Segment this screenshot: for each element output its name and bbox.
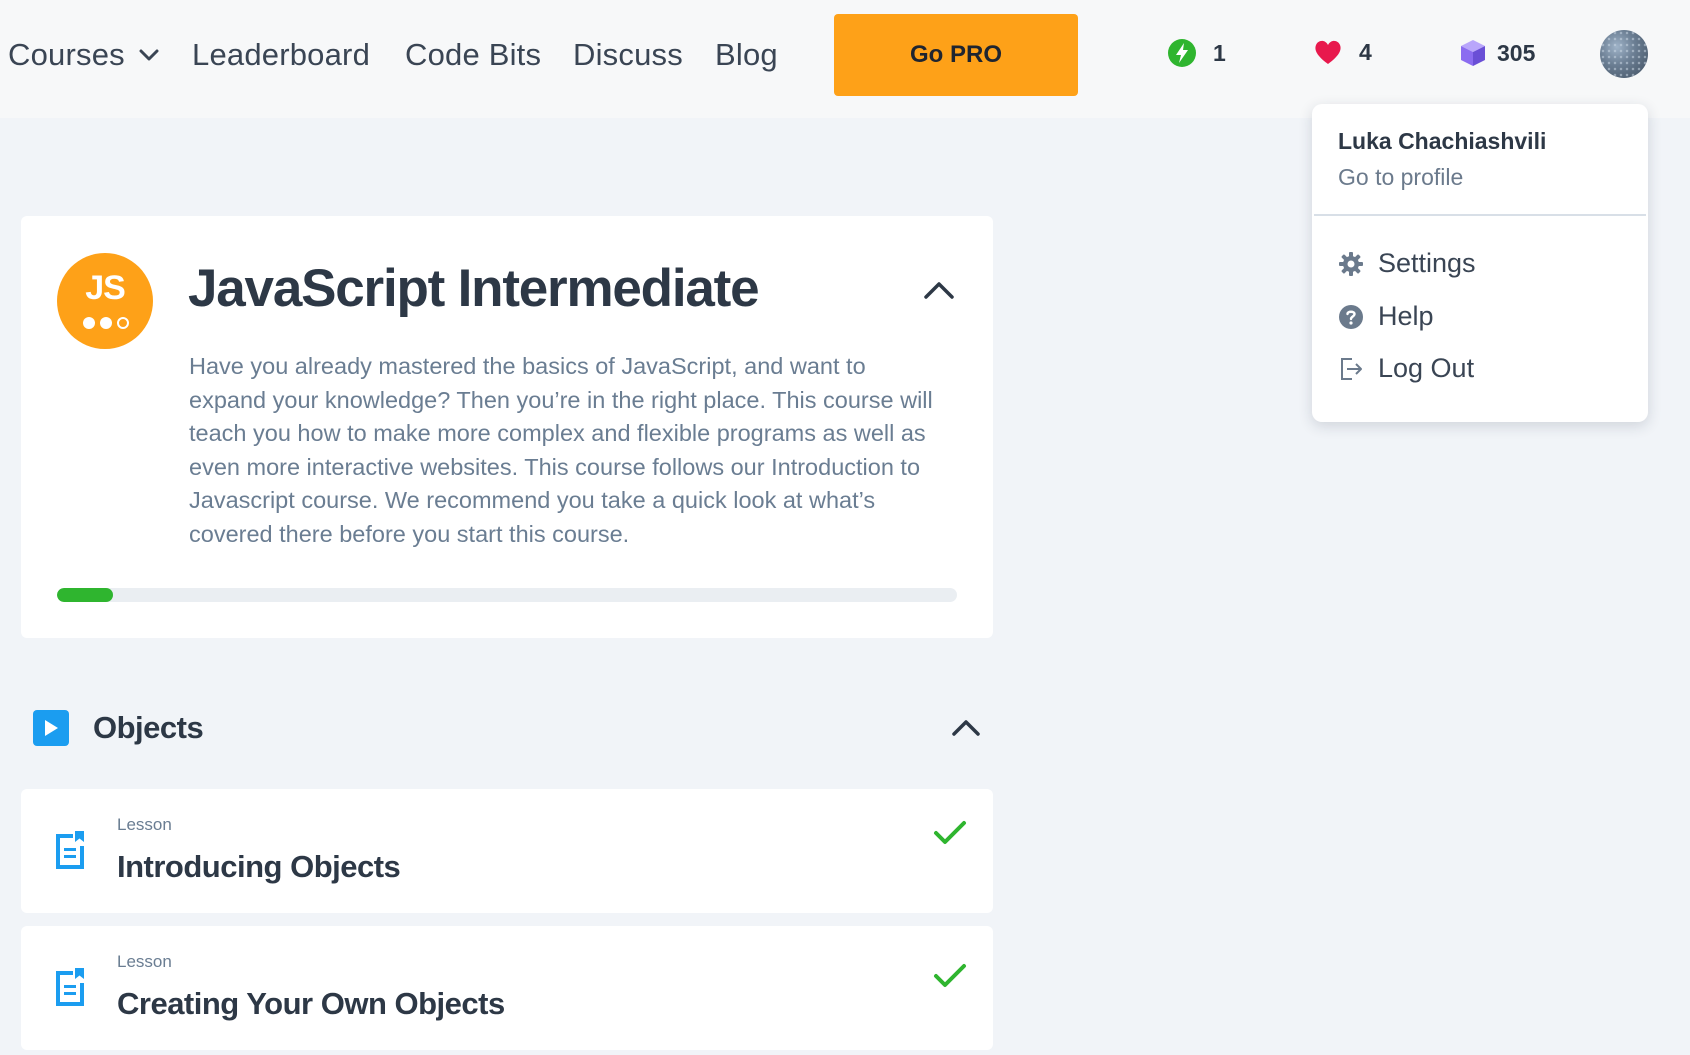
lesson-item[interactable]: Lesson Creating Your Own Objects [21, 926, 993, 1050]
lesson-document-icon [56, 831, 84, 869]
course-description: Have you already mastered the basics of … [189, 353, 933, 547]
menu-item-help[interactable]: Help [1338, 301, 1434, 332]
course-progress-fill [57, 588, 113, 602]
go-to-profile-link[interactable]: Go to profile [1338, 164, 1463, 191]
go-pro-button[interactable]: Go PRO [834, 14, 1078, 96]
menu-item-settings-label: Settings [1378, 248, 1476, 278]
user-avatar[interactable] [1600, 30, 1648, 78]
user-name: Luka Chachiashvili [1338, 128, 1547, 154]
bits-counter[interactable]: 305 [1459, 38, 1535, 68]
nav-discuss-link[interactable]: Discuss [573, 36, 683, 74]
chevron-up-icon[interactable] [951, 718, 981, 738]
streak-count: 1 [1213, 39, 1226, 66]
menu-item-logout-label: Log Out [1378, 353, 1475, 383]
streak-counter[interactable]: 1 [1167, 38, 1226, 68]
nav-courses-label: Courses [8, 37, 125, 72]
menu-item-settings[interactable]: Settings [1338, 248, 1476, 279]
section-title: Objects [93, 710, 204, 745]
nav-code-bits-link[interactable]: Code Bits [405, 36, 541, 74]
lesson-type-label: Lesson [117, 815, 172, 834]
hearts-count: 4 [1359, 38, 1372, 65]
lesson-title: Introducing Objects [117, 849, 401, 884]
question-circle-icon [1339, 304, 1363, 329]
checkmark-icon [934, 821, 966, 844]
hearts-counter[interactable]: 4 [1313, 38, 1372, 66]
bits-count: 305 [1497, 39, 1536, 66]
lesson-title: Creating Your Own Objects [117, 986, 505, 1021]
nav-courses-menu[interactable]: Courses [8, 36, 159, 74]
gear-icon [1339, 251, 1363, 276]
course-progress-bar [57, 588, 957, 602]
menu-item-logout[interactable]: Log Out [1338, 353, 1474, 384]
lesson-item[interactable]: Lesson Introducing Objects [21, 789, 993, 913]
lesson-type-label: Lesson [117, 952, 172, 971]
chevron-up-icon[interactable] [922, 279, 956, 301]
cube-icon [1461, 40, 1485, 66]
course-header-card: JS JavaScript Intermediate Have you alre… [21, 216, 993, 638]
play-icon [33, 710, 69, 746]
badge-dots-icon [83, 317, 129, 329]
chevron-down-icon [139, 49, 159, 61]
lesson-document-icon [56, 968, 84, 1006]
top-navigation-bar: Courses Leaderboard Code Bits Discuss Bl… [0, 0, 1690, 118]
course-badge-text: JS [85, 269, 126, 307]
heart-icon [1315, 40, 1341, 64]
nav-blog-link[interactable]: Blog [715, 36, 778, 74]
section-header-objects[interactable]: Objects [33, 710, 204, 746]
nav-leaderboard-link[interactable]: Leaderboard [192, 36, 370, 74]
user-menu-dropdown: Luka Chachiashvili Go to profile Setting… [1312, 104, 1648, 422]
lightning-icon [1168, 39, 1196, 67]
course-title: JavaScript Intermediate [188, 259, 760, 318]
checkmark-icon [934, 964, 966, 987]
menu-item-help-label: Help [1378, 301, 1434, 331]
menu-divider [1314, 214, 1646, 216]
javascript-course-badge: JS [57, 253, 153, 349]
logout-icon [1341, 357, 1362, 380]
